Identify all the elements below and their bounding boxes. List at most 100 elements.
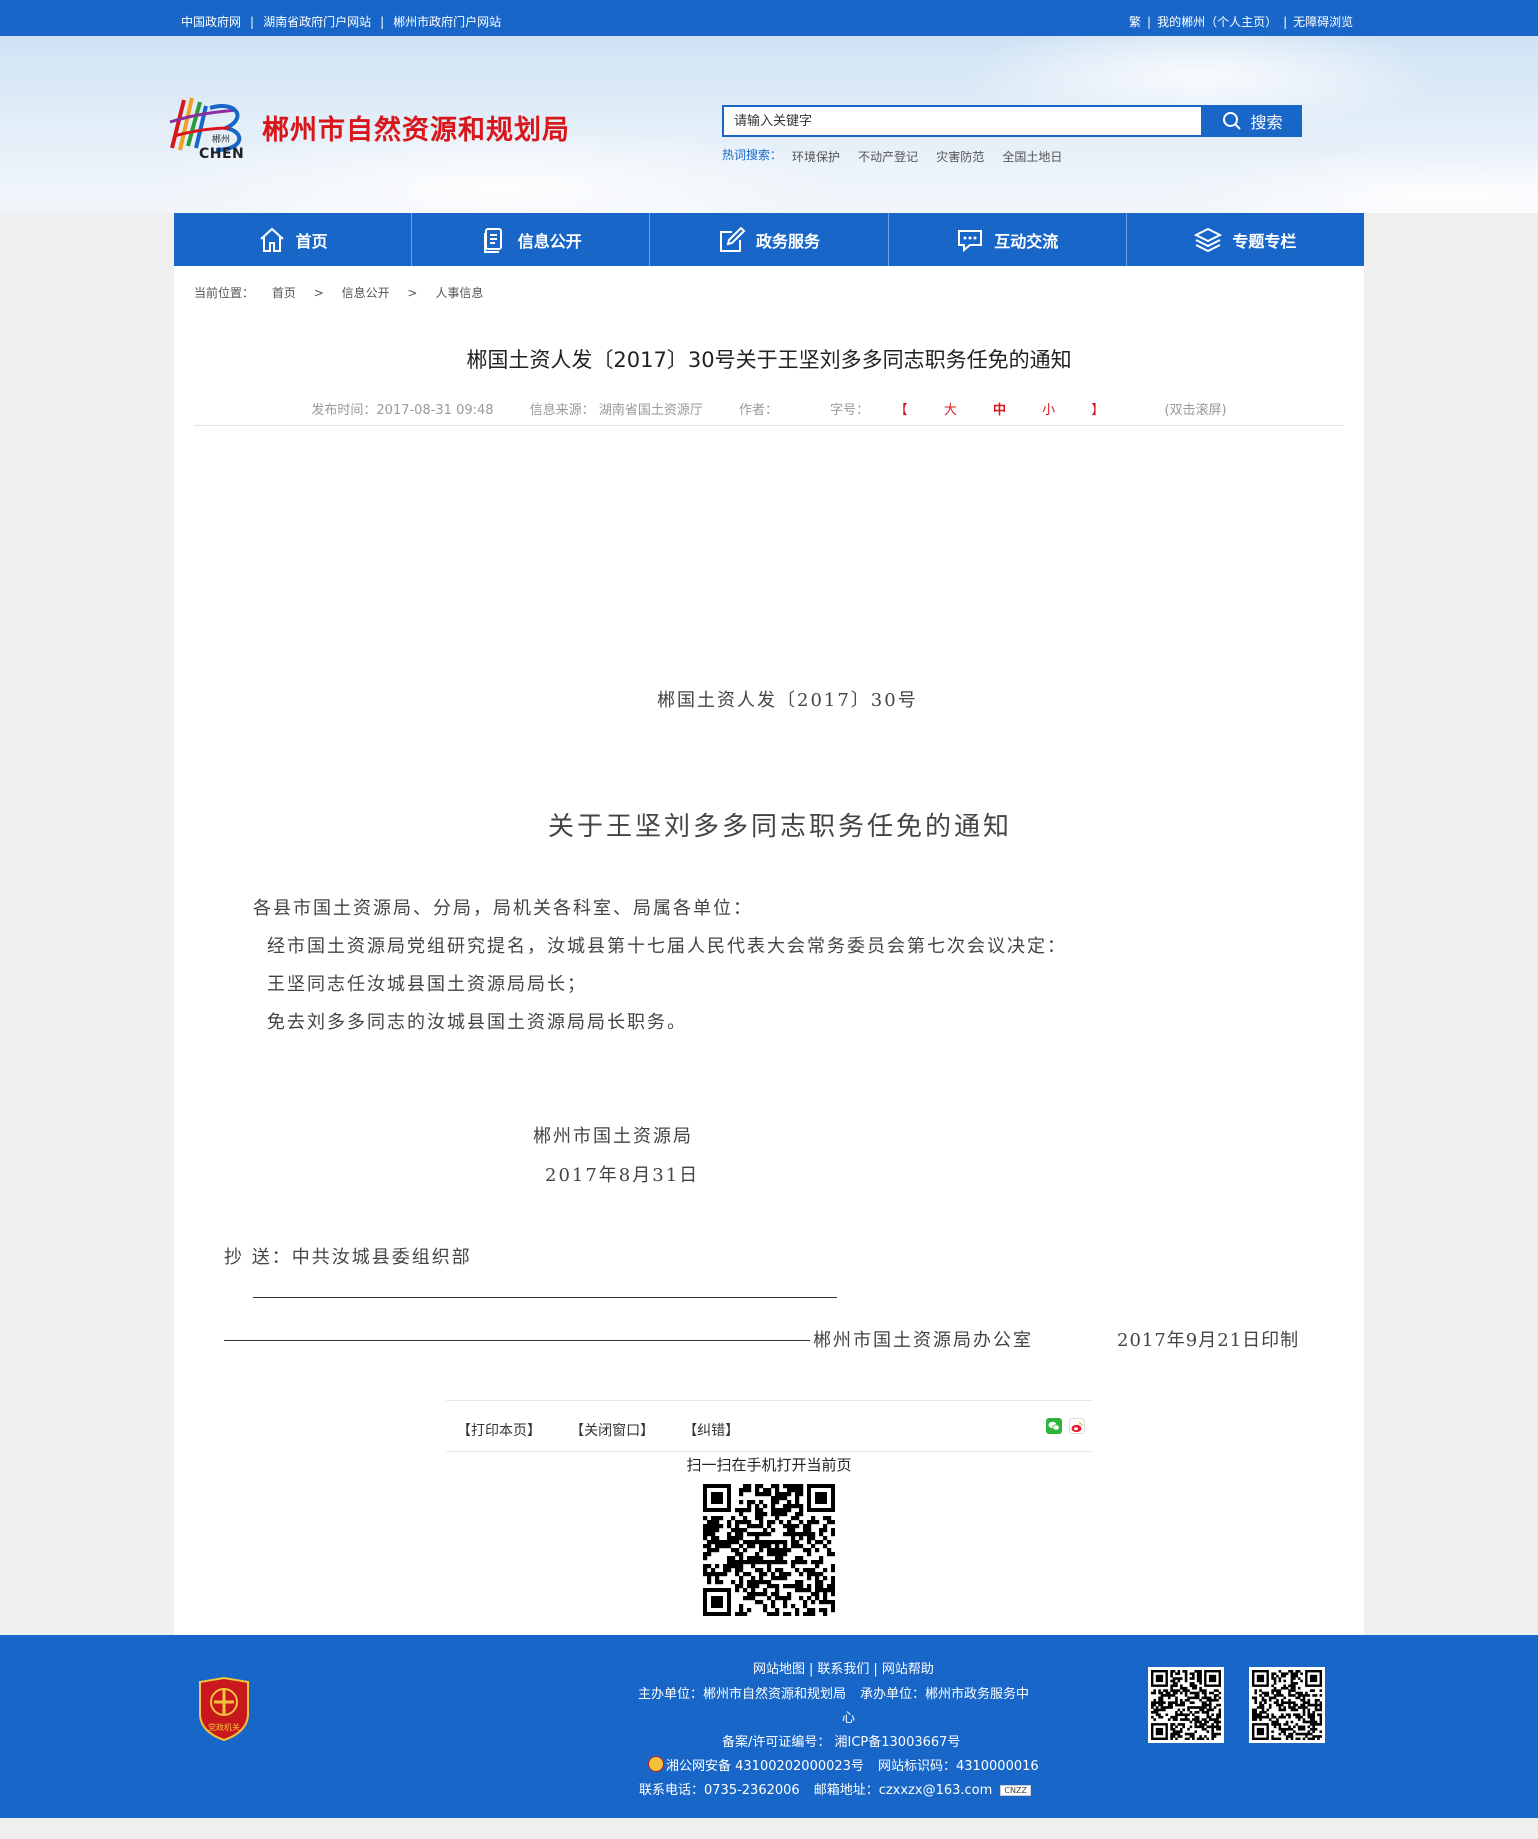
nav-item-label: 信息公开: [517, 231, 582, 251]
divider: [194, 425, 1344, 426]
doc-salutation: 各县市国土资源局、分局，局机关各科室、局属各单位：: [253, 898, 753, 919]
doc-title: 关于王坚刘多多同志职务任免的通知: [548, 812, 1013, 842]
report-error-button[interactable]: 【纠错】: [683, 1423, 739, 1439]
edit-icon: [720, 226, 746, 252]
logo-text: CHEN: [199, 146, 245, 162]
link-china-gov[interactable]: 中国政府网: [181, 15, 241, 29]
divider: [446, 1451, 1092, 1452]
footer-link-sitemap[interactable]: 网站地图: [753, 1662, 805, 1677]
nav-item-info-disclosure[interactable]: 信息公开: [411, 213, 649, 266]
hot-word-link[interactable]: 全国土地日: [1002, 150, 1062, 164]
doc-signature-date: 2017年8月31日: [545, 1165, 700, 1186]
party-gov-badge[interactable]: 党政机关: [196, 1676, 252, 1742]
top-right-links: 繁 | 我的郴州（个人主页） | 无障碍浏览: [1129, 15, 1354, 29]
footer-link-contact[interactable]: 联系我们: [817, 1662, 869, 1677]
qr-code-icon: [1252, 1670, 1323, 1741]
footer-sponsor: 主办单位：郴州市自然资源和规划局: [638, 1687, 847, 1702]
search-box: [722, 105, 1204, 137]
link-accessibility[interactable]: 无障碍浏览: [1293, 15, 1353, 29]
doc-print-date: 2017年9月21日印制: [1117, 1330, 1300, 1351]
breadcrumb-item[interactable]: 人事信息: [435, 286, 483, 300]
nav-item-special-topics[interactable]: 专题专栏: [1125, 213, 1364, 266]
wechat-share-icon[interactable]: [1046, 1418, 1062, 1434]
search-icon: [1223, 112, 1242, 130]
font-size-medium[interactable]: 中: [993, 403, 1006, 418]
doc-rule: [224, 1340, 810, 1341]
footer-undertaker-wrap: 心: [842, 1711, 856, 1726]
footer-undertaker: 承办单位：郴州市政务服务中: [860, 1687, 1030, 1702]
font-size-control: 字号：【 大 中 小 】: [830, 403, 1105, 418]
link-traditional-chinese[interactable]: 繁: [1129, 15, 1141, 29]
divider: [446, 1400, 1092, 1401]
footer-sponsor-line: 主办单位：郴州市自然资源和规划局 承办单位：郴州市政务服务中: [638, 1683, 1029, 1702]
hot-word-link[interactable]: 环境保护: [792, 150, 840, 164]
close-window-button[interactable]: 【关闭窗口】: [570, 1423, 654, 1439]
footer-contact-line: 联系电话：0735-2362006 邮箱地址：czxxzx@163.com CNZ…: [639, 1779, 1031, 1798]
qr-code-icon: [1151, 1670, 1222, 1741]
footer-email: 邮箱地址：czxxzx@163.com: [813, 1783, 993, 1798]
layers-icon: [1194, 227, 1223, 252]
hot-word-link[interactable]: 不动产登记: [858, 150, 918, 164]
nav-item-home[interactable]: 首页: [174, 213, 411, 266]
info-source: 信息来源： 湖南省国土资源厅: [529, 403, 703, 418]
doc-rule: [253, 1297, 837, 1298]
breadcrumb-label: 当前位置：: [194, 286, 255, 300]
footer-qr-code: [1249, 1667, 1325, 1743]
qr-code-icon: [703, 1484, 836, 1617]
doc-number: 郴国土资人发〔2017〕30号: [657, 690, 918, 711]
article-title: 郴国土资人发〔2017〕30号关于王坚刘多多同志职务任免的通知: [466, 348, 1072, 372]
link-chenzhou-gov[interactable]: 郴州市政府门户网站: [393, 15, 501, 29]
page-qr-code: [703, 1484, 836, 1620]
footer-police-record[interactable]: 湘公网安备 43100202000023号: [666, 1759, 864, 1774]
link-hunan-gov[interactable]: 湖南省政府门户网站: [263, 15, 371, 29]
nav-item-label: 专题专栏: [1232, 231, 1297, 251]
scroll-hint: (双击滚屏): [1164, 403, 1227, 418]
doc-printer: 郴州市国土资源局办公室: [813, 1330, 1033, 1351]
hot-words-label: 热词搜索：: [722, 148, 783, 162]
breadcrumb-item[interactable]: 信息公开: [342, 286, 390, 300]
article-tools: 【打印本页】 【关闭窗口】 【纠错】: [457, 1420, 739, 1440]
doc-body-line: 王坚同志任汝城县国土资源局局长；: [267, 974, 587, 995]
site-logo[interactable]: 郴州 CHEN: [166, 88, 252, 168]
weibo-share-icon[interactable]: [1069, 1418, 1085, 1434]
link-my-chenzhou[interactable]: 我的郴州（个人主页）: [1157, 15, 1277, 29]
doc-cc: 抄 送：中共汝城县委组织部: [224, 1247, 472, 1268]
home-icon: [259, 227, 284, 252]
top-left-links: 中国政府网 | 湖南省政府门户网站 | 郴州市政府门户网站: [181, 15, 502, 29]
badge-label: 党政机关: [208, 1723, 240, 1732]
nav-item-label: 首页: [295, 231, 328, 251]
publish-time: 发布时间：2017-08-31 09:48: [311, 403, 494, 418]
font-size-small[interactable]: 小: [1042, 403, 1055, 418]
nav-item-gov-services[interactable]: 政务服务: [649, 213, 887, 266]
breadcrumb-item[interactable]: 首页: [272, 286, 296, 300]
scan-hint: 扫一扫在手机打开当前页: [686, 1456, 852, 1474]
police-badge-icon: [648, 1756, 664, 1772]
footer-icp[interactable]: 备案/许可证编号： 湘ICP备13003667号: [722, 1731, 960, 1750]
hot-word-link[interactable]: 灾害防范: [936, 150, 984, 164]
search-button-label: 搜索: [1250, 113, 1283, 132]
hot-words: 环境保护 不动产登记 灾害防范 全国土地日: [792, 146, 1062, 165]
article-meta: 发布时间：2017-08-31 09:48 信息来源： 湖南省国土资源厅 作者：…: [174, 399, 1364, 418]
doc-body-line: 免去刘多多同志的汝城县国土资源局局长职务。: [267, 1012, 687, 1033]
author: 作者：: [738, 403, 778, 418]
breadcrumb: 当前位置： 首页 > 信息公开 > 人事信息: [194, 284, 497, 301]
font-size-large[interactable]: 大: [944, 403, 957, 418]
logo-small-text: 郴州: [212, 135, 231, 145]
nav-item-interaction[interactable]: 互动交流: [887, 213, 1126, 266]
cnzz-stat-icon[interactable]: CNZZ: [1000, 1785, 1031, 1796]
chat-icon: [958, 229, 983, 252]
search-button[interactable]: 搜索: [1203, 105, 1302, 137]
nav-item-label: 互动交流: [994, 231, 1059, 251]
site-title: 郴州市自然资源和规划局: [262, 115, 570, 146]
footer-site-code: 网站标识码：4310000016: [877, 1759, 1039, 1774]
document-icon: [483, 227, 502, 253]
nav-item-label: 政务服务: [756, 231, 821, 251]
doc-signature-org: 郴州市国土资源局: [533, 1126, 693, 1147]
search-input[interactable]: [724, 107, 1204, 135]
doc-body-line: 经市国土资源局党组研究提名，汝城县第十七届人民代表大会常务委员会第七次会议决定：: [267, 936, 1067, 957]
footer-link-help[interactable]: 网站帮助: [882, 1662, 934, 1677]
breadcrumb-separator: >: [313, 286, 324, 300]
footer-phone: 联系电话：0735-2362006: [639, 1783, 800, 1798]
footer-police-line: 湘公网安备 43100202000023号 网站标识码：4310000016: [648, 1755, 1039, 1774]
print-button[interactable]: 【打印本页】: [457, 1423, 541, 1439]
